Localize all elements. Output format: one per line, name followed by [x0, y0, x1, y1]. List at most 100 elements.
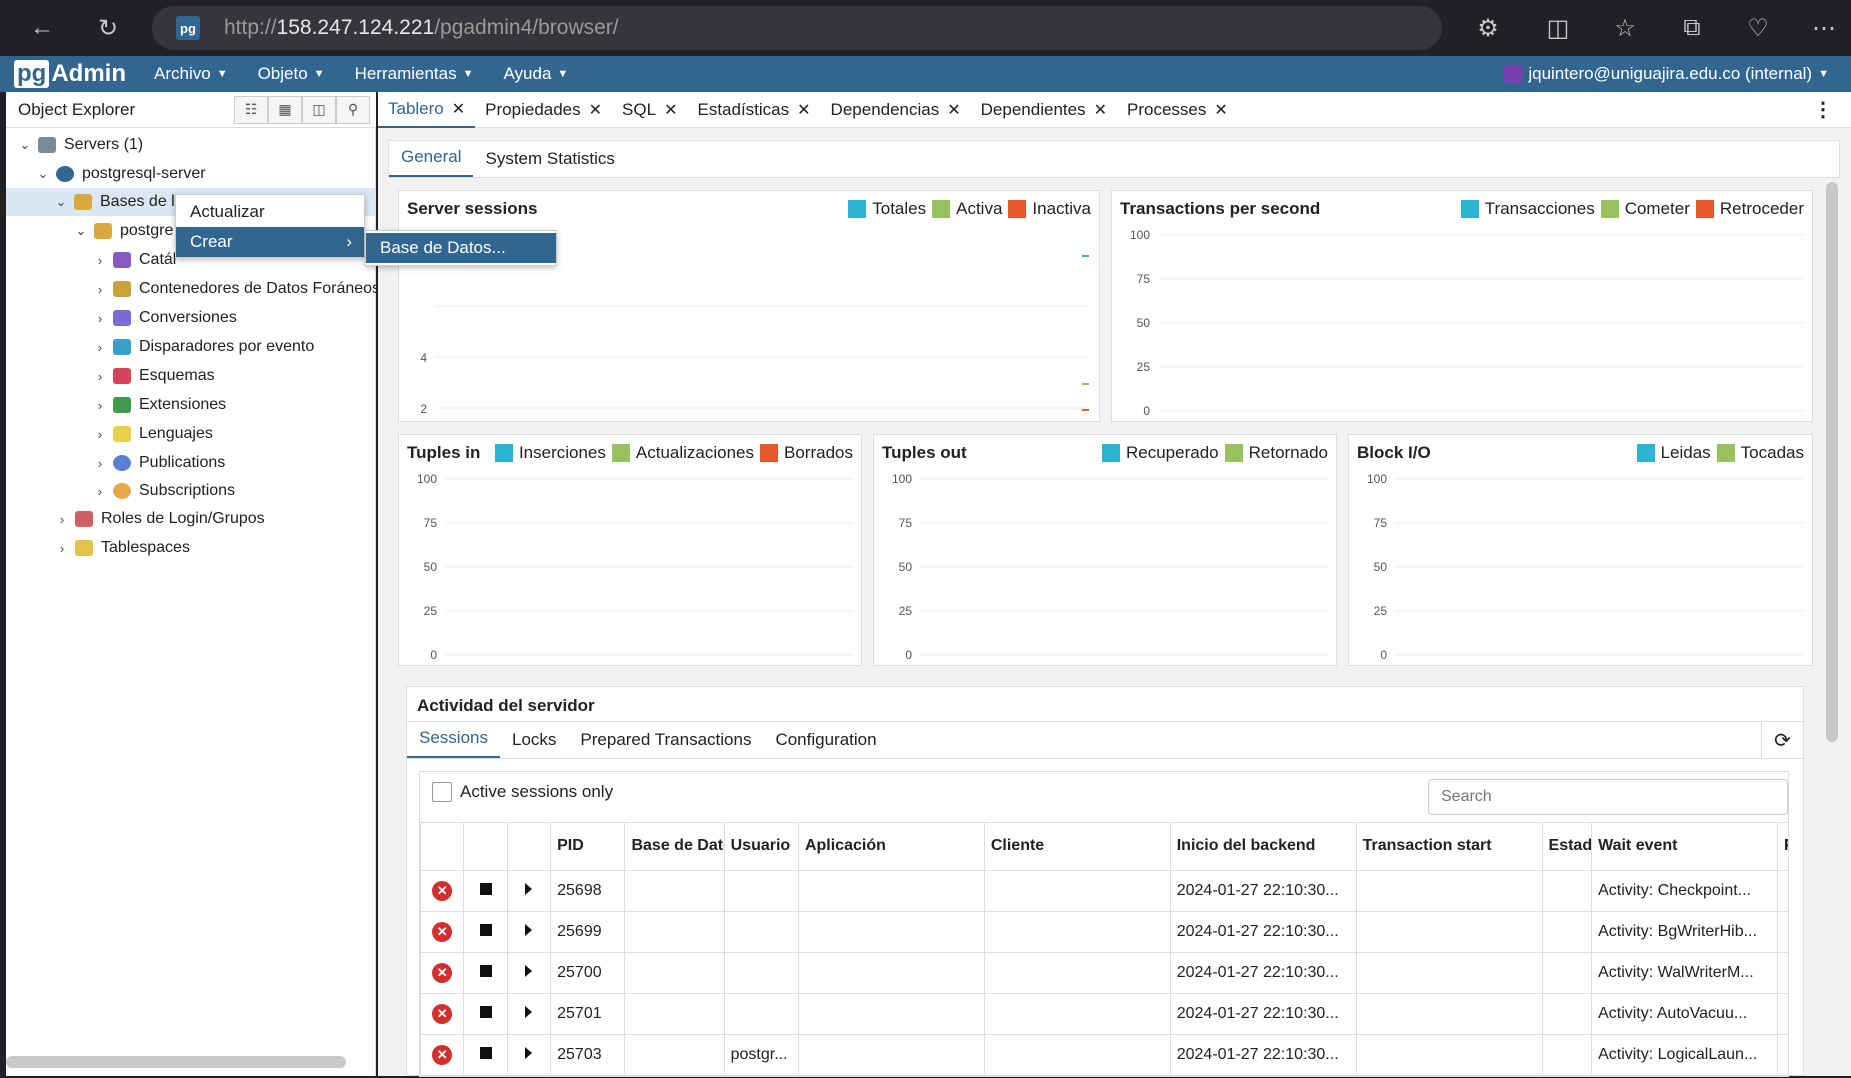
extensions-icon[interactable]: ⚙	[1468, 8, 1508, 48]
col-application[interactable]: Aplicación	[797, 822, 985, 871]
tab-sessions[interactable]: Sessions	[407, 728, 500, 758]
back-icon[interactable]: ←	[22, 8, 62, 48]
cancel-query-icon[interactable]	[463, 870, 508, 912]
search-input[interactable]	[1428, 779, 1788, 815]
table-row[interactable]: ✕ 25701 2024-01-27 22:10:30... Activity: Au…	[420, 993, 1788, 1035]
cancel-query-icon[interactable]	[463, 952, 508, 994]
col-state[interactable]: Estad	[1541, 822, 1593, 871]
chevron-down-icon[interactable]: ⌄	[34, 166, 52, 182]
chevron-right-icon[interactable]: ›	[91, 484, 109, 499]
kill-session-icon[interactable]: ✕	[420, 870, 465, 912]
tab-locks[interactable]: Locks	[500, 730, 568, 758]
kebab-menu-icon[interactable]: ⋮	[1813, 97, 1833, 122]
col-client[interactable]: Cliente	[983, 822, 1171, 871]
query-tool-icon[interactable]: ☷	[234, 95, 268, 124]
tree-item-catalogs[interactable]: › Catál	[91, 246, 176, 274]
subtab-system-statistics[interactable]: System Statistics	[473, 149, 626, 177]
expand-row-icon[interactable]	[506, 952, 552, 994]
favorites-star-icon[interactable]: ☆	[1605, 8, 1645, 48]
tab-configuration[interactable]: Configuration	[763, 730, 888, 758]
chevron-right-icon[interactable]: ›	[91, 311, 109, 326]
user-menu[interactable]: jquintero@uniguajira.edu.co (internal) ▼	[1504, 56, 1829, 92]
table-row[interactable]: ✕ 25699 2024-01-27 22:10:30... Activity: Bg…	[420, 911, 1788, 953]
collections-icon[interactable]: ⧉	[1672, 8, 1712, 48]
kill-session-icon[interactable]: ✕	[420, 911, 465, 953]
more-options-icon[interactable]: ⋯	[1804, 8, 1844, 48]
tree-item-languages[interactable]: › Lenguajes	[91, 420, 213, 448]
menu-herramientas[interactable]: Herramientas ▼	[355, 64, 474, 84]
chevron-right-icon[interactable]: ›	[53, 512, 71, 527]
address-bar[interactable]: pg http://158.247.124.221/pgadmin4/brows…	[152, 6, 1442, 50]
tab-tablero[interactable]: Tablero ✕	[378, 92, 476, 128]
tree-item-extensions[interactable]: › Extensiones	[91, 391, 226, 419]
chevron-right-icon[interactable]: ›	[91, 253, 109, 268]
chevron-down-icon[interactable]: ⌄	[52, 194, 70, 210]
table-row[interactable]: ✕ 25703 postgr... 2024-01-27 22:10:30... Act…	[420, 1034, 1788, 1076]
col-pid[interactable]: PID	[550, 822, 626, 871]
menu-item-actualizar[interactable]: Actualizar	[176, 197, 364, 227]
col-blocking-pids[interactable]: PIDs Bl	[1776, 822, 1788, 871]
table-row[interactable]: ✕ 25698 2024-01-27 22:10:30... Activity: Ch…	[420, 870, 1788, 912]
chevron-right-icon[interactable]: ›	[91, 398, 109, 413]
active-sessions-toggle[interactable]: Active sessions only	[432, 782, 613, 802]
menu-item-crear[interactable]: Crear ›	[176, 227, 364, 257]
menu-objeto[interactable]: Objeto ▼	[258, 64, 325, 84]
tree-item-servers[interactable]: ⌄ Servers (1)	[16, 131, 143, 159]
refresh-icon[interactable]: ⟳	[1761, 721, 1803, 759]
menu-item-base-de-datos[interactable]: Base de Datos...	[366, 233, 556, 263]
reload-icon[interactable]: ↻	[88, 8, 128, 48]
col-wait-event[interactable]: Wait event	[1591, 822, 1778, 871]
chevron-right-icon[interactable]: ›	[91, 340, 109, 355]
close-icon[interactable]: ✕	[452, 99, 465, 119]
tab-dependencias[interactable]: Dependencias ✕	[821, 92, 971, 128]
kill-session-icon[interactable]: ✕	[420, 993, 465, 1035]
tab-estadisticas[interactable]: Estadísticas ✕	[687, 92, 820, 128]
tab-dependientes[interactable]: Dependientes ✕	[971, 92, 1117, 128]
tree-item-server[interactable]: ⌄ postgresql-server	[34, 160, 206, 188]
cancel-query-icon[interactable]	[463, 911, 508, 953]
tab-sql[interactable]: SQL ✕	[612, 92, 687, 128]
chevron-right-icon[interactable]: ›	[91, 456, 109, 471]
tree-item-schemas[interactable]: › Esquemas	[91, 362, 215, 390]
tab-propiedades[interactable]: Propiedades ✕	[475, 92, 612, 128]
col-user[interactable]: Usuario	[723, 822, 799, 871]
menu-ayuda[interactable]: Ayuda ▼	[504, 64, 569, 84]
expand-row-icon[interactable]	[506, 911, 552, 953]
filtered-rows-icon[interactable]: ◫	[302, 95, 336, 124]
chevron-right-icon[interactable]: ›	[91, 369, 109, 384]
tab-processes[interactable]: Processes ✕	[1117, 92, 1238, 128]
tab-prepared-transactions[interactable]: Prepared Transactions	[568, 730, 763, 758]
chevron-right-icon[interactable]: ›	[53, 541, 71, 556]
cancel-query-icon[interactable]	[463, 993, 508, 1035]
vertical-scrollbar[interactable]	[1826, 182, 1838, 742]
tree-item-subscriptions[interactable]: › Subscriptions	[91, 477, 235, 505]
close-icon[interactable]: ✕	[797, 100, 810, 120]
expand-row-icon[interactable]	[506, 1034, 552, 1076]
kill-session-icon[interactable]: ✕	[420, 952, 465, 994]
chevron-down-icon[interactable]: ⌄	[16, 137, 34, 153]
cancel-query-icon[interactable]	[463, 1034, 508, 1076]
tree-item-postgres-db[interactable]: ⌄ postgre	[72, 217, 173, 245]
menu-archivo[interactable]: Archivo ▼	[154, 64, 228, 84]
subtab-general[interactable]: General	[389, 147, 474, 177]
chevron-right-icon[interactable]: ›	[91, 427, 109, 442]
col-database[interactable]: Base de Datos	[624, 822, 725, 871]
kill-session-icon[interactable]: ✕	[420, 1034, 465, 1076]
split-screen-icon[interactable]: ◫	[1538, 8, 1578, 48]
tree-item-roles[interactable]: › Roles de Login/Grupos	[53, 505, 265, 533]
close-icon[interactable]: ✕	[1094, 100, 1107, 120]
close-icon[interactable]: ✕	[589, 100, 602, 120]
performance-heart-icon[interactable]: ♡	[1738, 8, 1778, 48]
tree-item-fdw[interactable]: › Contenedores de Datos Foráneos	[91, 275, 380, 303]
col-transaction-start[interactable]: Transaction start	[1355, 822, 1543, 871]
checkbox[interactable]	[432, 782, 452, 802]
search-icon[interactable]: ⚲	[336, 95, 370, 124]
close-icon[interactable]: ✕	[664, 100, 677, 120]
col-backend-start[interactable]: Inicio del backend	[1169, 822, 1357, 871]
chevron-right-icon[interactable]: ›	[91, 282, 109, 297]
url-text[interactable]: http://158.247.124.221/pgadmin4/browser/	[224, 16, 619, 40]
tree-item-tablespaces[interactable]: › Tablespaces	[53, 534, 190, 562]
close-icon[interactable]: ✕	[1214, 100, 1227, 120]
tree-item-casts[interactable]: › Conversiones	[91, 304, 237, 332]
table-row[interactable]: ✕ 25700 2024-01-27 22:10:30... Activity: Wa…	[420, 952, 1788, 994]
